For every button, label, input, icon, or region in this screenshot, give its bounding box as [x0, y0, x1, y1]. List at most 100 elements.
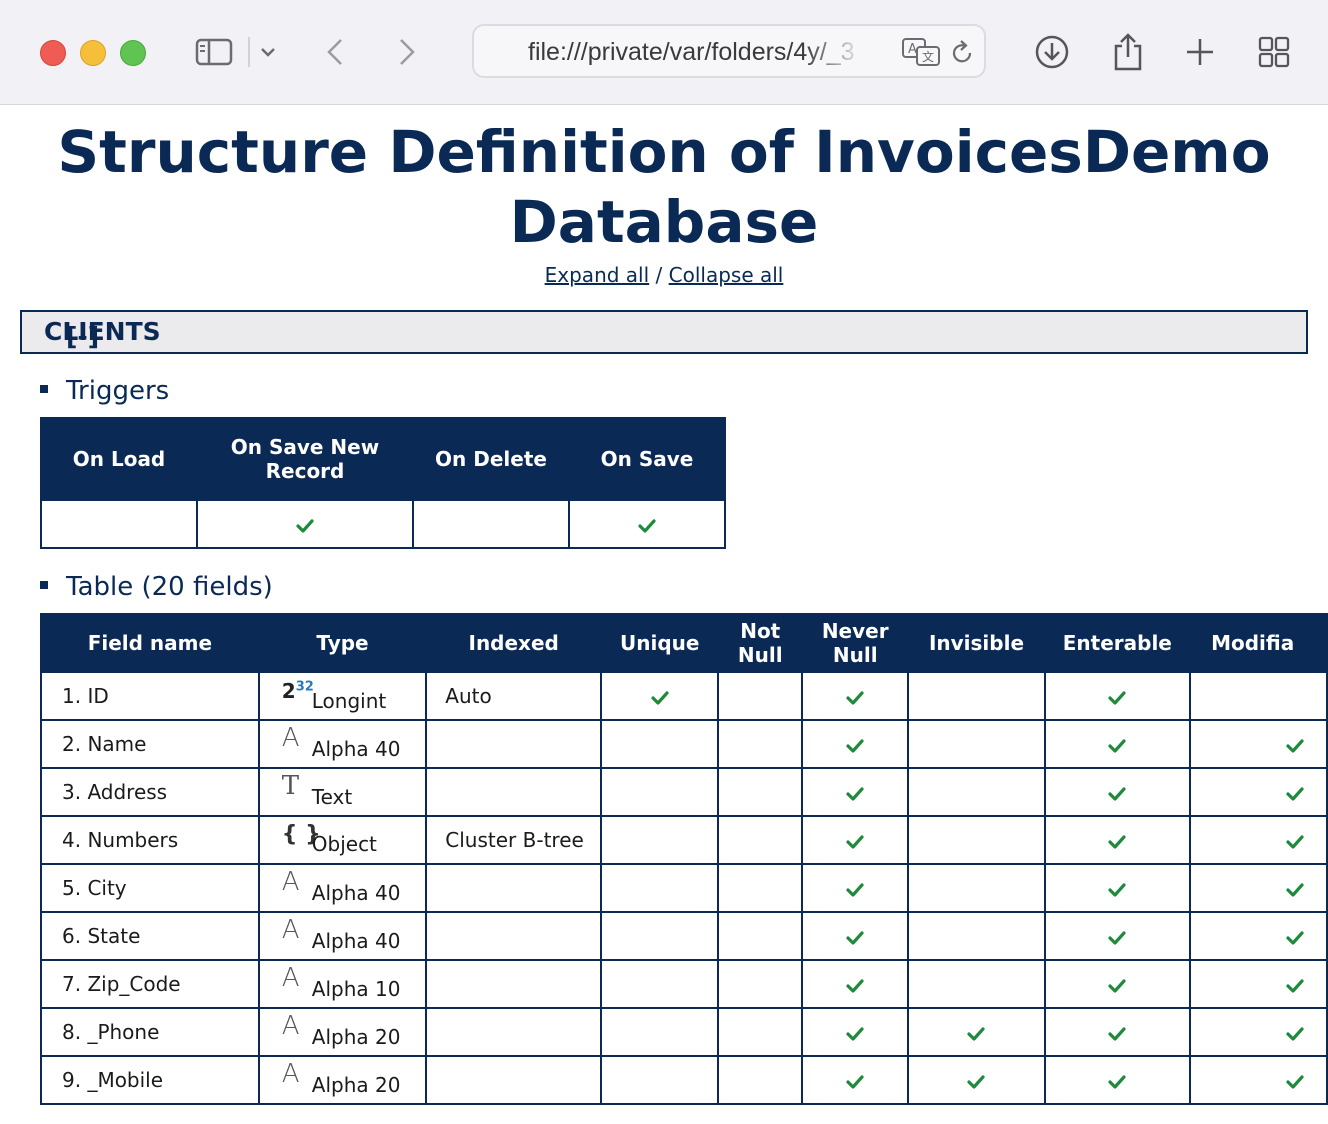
expand-collapse-links: Expand all / Collapse all	[0, 263, 1328, 287]
check-icon	[1108, 1026, 1126, 1041]
close-window-button[interactable]	[40, 40, 66, 66]
field-type-cell: A Alpha 40	[257, 911, 428, 961]
zoom-window-button[interactable]	[120, 40, 146, 66]
page-content: Structure Definition of InvoicesDemo Dat…	[0, 105, 1328, 1124]
enterable-cell	[1043, 1055, 1192, 1105]
table-row: 2. Name A Alpha 40	[40, 719, 1328, 769]
forward-icon[interactable]	[392, 28, 422, 76]
check-icon	[846, 930, 864, 945]
invisible-cell	[907, 815, 1046, 865]
unique-cell	[600, 719, 720, 769]
indexed-cell: Cluster B-tree	[425, 815, 603, 865]
invisible-cell	[907, 863, 1046, 913]
modifiable-cell	[1189, 911, 1328, 961]
expand-all-link[interactable]: Expand all	[545, 263, 650, 287]
column-header: Field name	[40, 613, 260, 673]
browser-toolbar: file:///private/var/folders/4y/_3 A文	[0, 0, 1328, 105]
check-icon	[1108, 1074, 1126, 1089]
unique-cell	[600, 911, 720, 961]
unique-cell	[600, 863, 720, 913]
address-bar[interactable]: file:///private/var/folders/4y/_3 A文	[472, 24, 986, 78]
invisible-cell	[907, 1007, 1046, 1057]
modifiable-cell	[1189, 863, 1328, 913]
field-name-cell: 6. State	[40, 911, 260, 961]
modifiable-cell	[1189, 719, 1328, 769]
field-name-cell: 4. Numbers	[40, 815, 260, 865]
minimize-window-button[interactable]	[80, 40, 106, 66]
check-icon	[1108, 690, 1126, 705]
notnull-cell	[717, 767, 803, 817]
invisible-cell	[907, 1055, 1046, 1105]
column-header: Modifia	[1189, 613, 1328, 673]
field-type-cell: T Text	[257, 767, 428, 817]
share-icon[interactable]	[1108, 28, 1148, 76]
field-type-cell: A Alpha 20	[257, 1055, 428, 1105]
field-name-cell: 9. _Mobile	[40, 1055, 260, 1105]
check-icon	[967, 1074, 986, 1089]
modifiable-cell	[1189, 767, 1328, 817]
field-type-cell: A Alpha 40	[257, 719, 428, 769]
check-icon	[846, 882, 864, 897]
table-row: 9. _Mobile A Alpha 20	[40, 1055, 1328, 1105]
notnull-cell	[717, 671, 803, 721]
modifiable-cell	[1189, 1007, 1328, 1057]
type-label: Alpha 20	[311, 1073, 401, 1097]
unique-cell	[600, 1007, 720, 1057]
collapse-toggle[interactable]: [-]	[66, 322, 99, 351]
type-label: Alpha 20	[311, 1025, 401, 1049]
check-icon	[1108, 978, 1126, 993]
fields-table: Field name Type Indexed Unique Not Null Never…	[40, 613, 1328, 1105]
back-icon[interactable]	[320, 28, 350, 76]
notnull-cell	[717, 719, 803, 769]
invisible-cell	[907, 959, 1046, 1009]
sidebar-icon[interactable]	[192, 28, 236, 76]
reload-icon[interactable]	[950, 39, 974, 69]
enterable-cell	[1043, 1007, 1192, 1057]
field-name-cell: 3. Address	[40, 767, 260, 817]
download-icon[interactable]	[1032, 28, 1072, 76]
check-icon	[1108, 738, 1126, 753]
enterable-cell	[1043, 671, 1192, 721]
unique-cell	[600, 767, 720, 817]
trigger-col-header: On Delete	[412, 417, 570, 501]
collapse-all-link[interactable]: Collapse all	[669, 263, 784, 287]
type-label: Object	[311, 831, 377, 856]
type-label: Alpha 40	[311, 929, 401, 953]
field-name-cell: 5. City	[40, 863, 260, 913]
check-icon	[1286, 786, 1304, 801]
trigger-cell	[196, 499, 414, 549]
field-type-cell: A Alpha 20	[257, 1007, 428, 1057]
new-tab-icon[interactable]	[1180, 28, 1220, 76]
section-header-clients[interactable]: [-] CLIENTS	[20, 310, 1308, 354]
modifiable-cell	[1189, 1055, 1328, 1105]
alpha-icon: A	[281, 1011, 300, 1041]
invisible-cell	[907, 767, 1046, 817]
table-row: 4. Numbers{ }Object Cluster B-tree	[40, 815, 1328, 865]
invisible-cell	[907, 911, 1046, 961]
table-row: 5. City A Alpha 40	[40, 863, 1328, 913]
tab-overview-icon[interactable]	[1254, 28, 1294, 76]
nevernull-cell	[800, 959, 910, 1009]
column-header: Invisible	[907, 613, 1046, 673]
enterable-cell	[1043, 815, 1192, 865]
check-icon	[1286, 978, 1304, 993]
column-header: Not Null	[717, 613, 803, 673]
enterable-cell	[1043, 911, 1192, 961]
column-header: Unique	[600, 613, 720, 673]
table-heading: Table (20 fields)	[40, 572, 273, 602]
unique-cell	[600, 815, 720, 865]
notnull-cell	[717, 911, 803, 961]
check-icon	[1108, 930, 1126, 945]
nevernull-cell	[800, 671, 910, 721]
notnull-cell	[717, 1055, 803, 1105]
nevernull-cell	[800, 1007, 910, 1057]
translate-icon[interactable]: A文	[902, 38, 940, 70]
chevron-down-icon[interactable]	[256, 28, 280, 76]
check-icon	[1108, 882, 1126, 897]
check-icon	[1286, 930, 1304, 945]
trigger-col-header: On Save	[568, 417, 726, 501]
enterable-cell	[1043, 767, 1192, 817]
nevernull-cell	[800, 767, 910, 817]
check-icon	[1286, 1026, 1304, 1041]
section-title: CLIENTS	[44, 317, 161, 346]
